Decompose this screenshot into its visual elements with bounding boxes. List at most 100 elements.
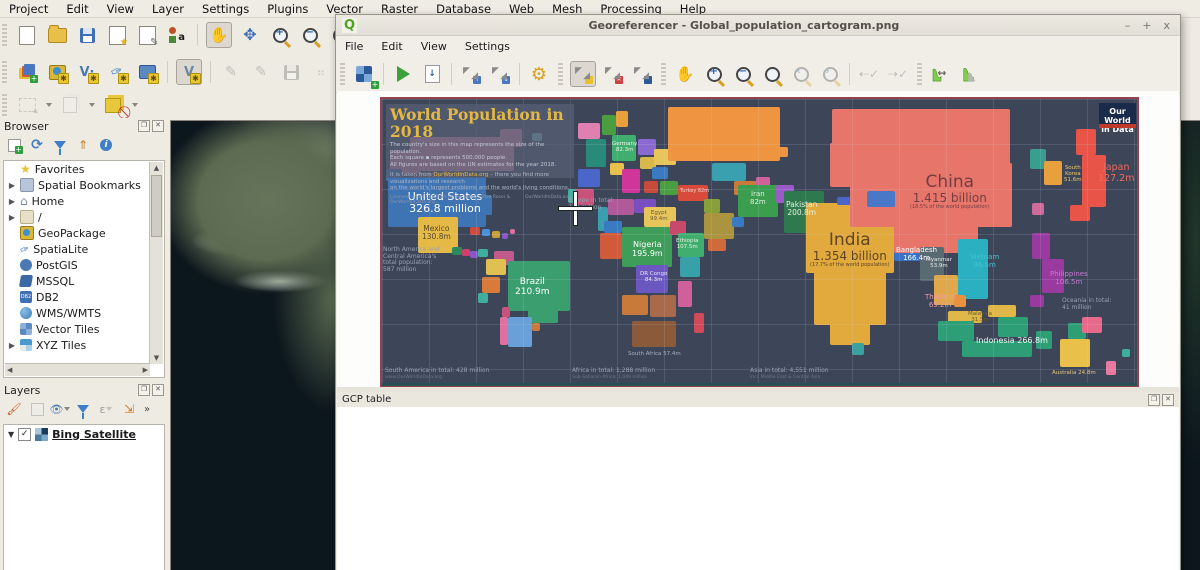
- add-favorite-icon[interactable]: +: [6, 137, 22, 153]
- layer-visibility-checkbox[interactable]: ✓: [18, 428, 31, 441]
- gcp-close-button[interactable]: ✕: [1162, 394, 1174, 406]
- toolbar-handle[interactable]: [917, 63, 922, 85]
- select-features-button[interactable]: [15, 93, 39, 117]
- add-geopackage-button[interactable]: ✱: [45, 60, 69, 84]
- menu-plugins[interactable]: Plugins: [258, 2, 317, 16]
- browser-item-postgis[interactable]: PostGIS: [4, 257, 164, 273]
- link-georef-to-qgis-button[interactable]: ⇠✓: [857, 62, 881, 86]
- georef-zoom-in-button[interactable]: +: [702, 62, 726, 86]
- refresh-icon[interactable]: ⟳: [29, 137, 45, 153]
- save-edits-button[interactable]: [279, 60, 303, 84]
- browser-item-wms[interactable]: WMS/WMTS: [4, 305, 164, 321]
- zoom-to-layer-button[interactable]: [760, 62, 784, 86]
- toolbar-handle[interactable]: [2, 24, 7, 46]
- toolbar-handle[interactable]: [558, 63, 563, 85]
- new-layout-button[interactable]: ★: [105, 23, 129, 47]
- toolbar-handle[interactable]: [2, 61, 7, 83]
- browser-float-button[interactable]: ❐: [138, 120, 150, 132]
- open-raster-button[interactable]: +: [352, 62, 376, 86]
- move-point-button[interactable]: [630, 62, 654, 86]
- georef-zoom-out-button[interactable]: −: [731, 62, 755, 86]
- layer-expand-arrow[interactable]: ▼: [8, 430, 14, 439]
- open-project-button[interactable]: [45, 23, 69, 47]
- style-manager-button[interactable]: a: [165, 23, 189, 47]
- copy-dropdown-arrow[interactable]: [89, 103, 95, 107]
- zoom-last-button[interactable]: ‹: [789, 62, 813, 86]
- digitize-options-button[interactable]: ⠶: [309, 60, 333, 84]
- save-gcp-points-button[interactable]: ↓: [488, 62, 512, 86]
- georeferencer-canvas[interactable]: World Population in 2018 The country's s…: [337, 91, 1179, 387]
- toolbar-handle[interactable]: [340, 63, 345, 85]
- menu-layer[interactable]: Layer: [143, 2, 193, 16]
- cartogram-image[interactable]: World Population in 2018 The country's s…: [380, 97, 1139, 388]
- browser-item-favorites[interactable]: ★Favorites: [4, 161, 164, 177]
- new-project-button[interactable]: [15, 23, 39, 47]
- layer-row-bing-satellite[interactable]: ▼ ✓ Bing Satellite: [4, 425, 164, 443]
- filter-expression-icon[interactable]: ε: [98, 401, 114, 417]
- georeferencer-titlebar[interactable]: Q Georeferencer - Global_population_cart…: [336, 15, 1180, 36]
- zoom-out-button[interactable]: −: [298, 23, 322, 47]
- delete-point-button[interactable]: ✕: [601, 62, 625, 86]
- layer-styling-icon[interactable]: 🖌: [6, 401, 22, 417]
- browser-horizontal-scrollbar[interactable]: ◀▶: [5, 363, 150, 376]
- browser-item-geopackage[interactable]: GeoPackage: [4, 225, 164, 241]
- layers-toolbar-overflow[interactable]: »: [144, 404, 150, 415]
- menu-project[interactable]: Project: [0, 2, 57, 16]
- browser-item-db2[interactable]: DB2DB2: [4, 289, 164, 305]
- menu-settings[interactable]: Settings: [193, 2, 258, 16]
- transformation-settings-button[interactable]: ⚙: [527, 62, 551, 86]
- layer-label[interactable]: Bing Satellite: [52, 428, 136, 441]
- georef-menu-edit[interactable]: Edit: [372, 40, 411, 53]
- toolbar-handle[interactable]: [661, 63, 666, 85]
- data-source-manager-button[interactable]: +: [15, 60, 39, 84]
- toolbar-handle[interactable]: [2, 94, 7, 116]
- browser-item-vector-tiles[interactable]: Vector Tiles: [4, 321, 164, 337]
- browser-item-home[interactable]: ▶⌂Home: [4, 193, 164, 209]
- add-group-icon[interactable]: [29, 401, 45, 417]
- paste-features-button[interactable]: [101, 93, 125, 117]
- start-georeferencing-button[interactable]: [391, 62, 415, 86]
- gcp-float-button[interactable]: ❐: [1148, 394, 1160, 406]
- local-histogram-stretch-button[interactable]: [958, 62, 982, 86]
- georef-menu-view[interactable]: View: [412, 40, 456, 53]
- layout-manager-button[interactable]: ✎: [135, 23, 159, 47]
- georef-menu-settings[interactable]: Settings: [456, 40, 519, 53]
- maximize-button[interactable]: +: [1142, 19, 1151, 32]
- add-vector-layer-button[interactable]: V·✱: [75, 60, 99, 84]
- current-edits-button[interactable]: ✎: [219, 60, 243, 84]
- pan-to-selection-button[interactable]: ✥: [238, 23, 262, 47]
- browser-item-root[interactable]: ▶/: [4, 209, 164, 225]
- georef-menu-file[interactable]: File: [336, 40, 372, 53]
- filter-legend-icon[interactable]: [75, 401, 91, 417]
- zoom-next-button[interactable]: ›: [818, 62, 842, 86]
- manage-themes-icon[interactable]: 👁: [52, 401, 68, 417]
- gcp-table-body[interactable]: [337, 407, 1179, 570]
- browser-close-button[interactable]: ✕: [152, 120, 164, 132]
- paste-dropdown-arrow[interactable]: [132, 103, 138, 107]
- browser-vertical-scrollbar[interactable]: ▲▼: [149, 162, 163, 364]
- menu-edit[interactable]: Edit: [57, 2, 97, 16]
- close-button[interactable]: x: [1163, 19, 1170, 32]
- link-qgis-to-georef-button[interactable]: ⇢✓: [886, 62, 910, 86]
- minimize-button[interactable]: –: [1125, 19, 1131, 32]
- menu-view[interactable]: View: [98, 2, 143, 16]
- layers-close-button[interactable]: ✕: [152, 384, 164, 396]
- pan-map-button[interactable]: ✋: [206, 22, 232, 48]
- filter-browser-icon[interactable]: [52, 137, 68, 153]
- browser-item-spatial-bookmarks[interactable]: ▶Spatial Bookmarks: [4, 177, 164, 193]
- georef-pan-button[interactable]: ✋: [673, 62, 697, 86]
- select-dropdown-arrow[interactable]: [46, 103, 52, 107]
- browser-item-spatialite[interactable]: ✑SpatiaLite: [4, 241, 164, 257]
- toggle-editing-button[interactable]: ✎: [249, 60, 273, 84]
- browser-item-xyz-tiles[interactable]: ▶XYZ Tiles: [4, 337, 164, 353]
- collapse-all-icon[interactable]: ⇑: [75, 137, 91, 153]
- zoom-in-button[interactable]: +: [268, 23, 292, 47]
- properties-icon[interactable]: i: [98, 137, 114, 153]
- expand-tree-icon[interactable]: ⇲: [121, 401, 137, 417]
- add-spatialite-button[interactable]: ✑✱: [105, 60, 129, 84]
- layers-float-button[interactable]: ❐: [138, 384, 150, 396]
- gdal-script-button[interactable]: ↓: [420, 62, 444, 86]
- add-postgis-button[interactable]: ✱: [135, 60, 159, 84]
- copy-features-button[interactable]: [58, 93, 82, 117]
- save-project-button[interactable]: [75, 23, 99, 47]
